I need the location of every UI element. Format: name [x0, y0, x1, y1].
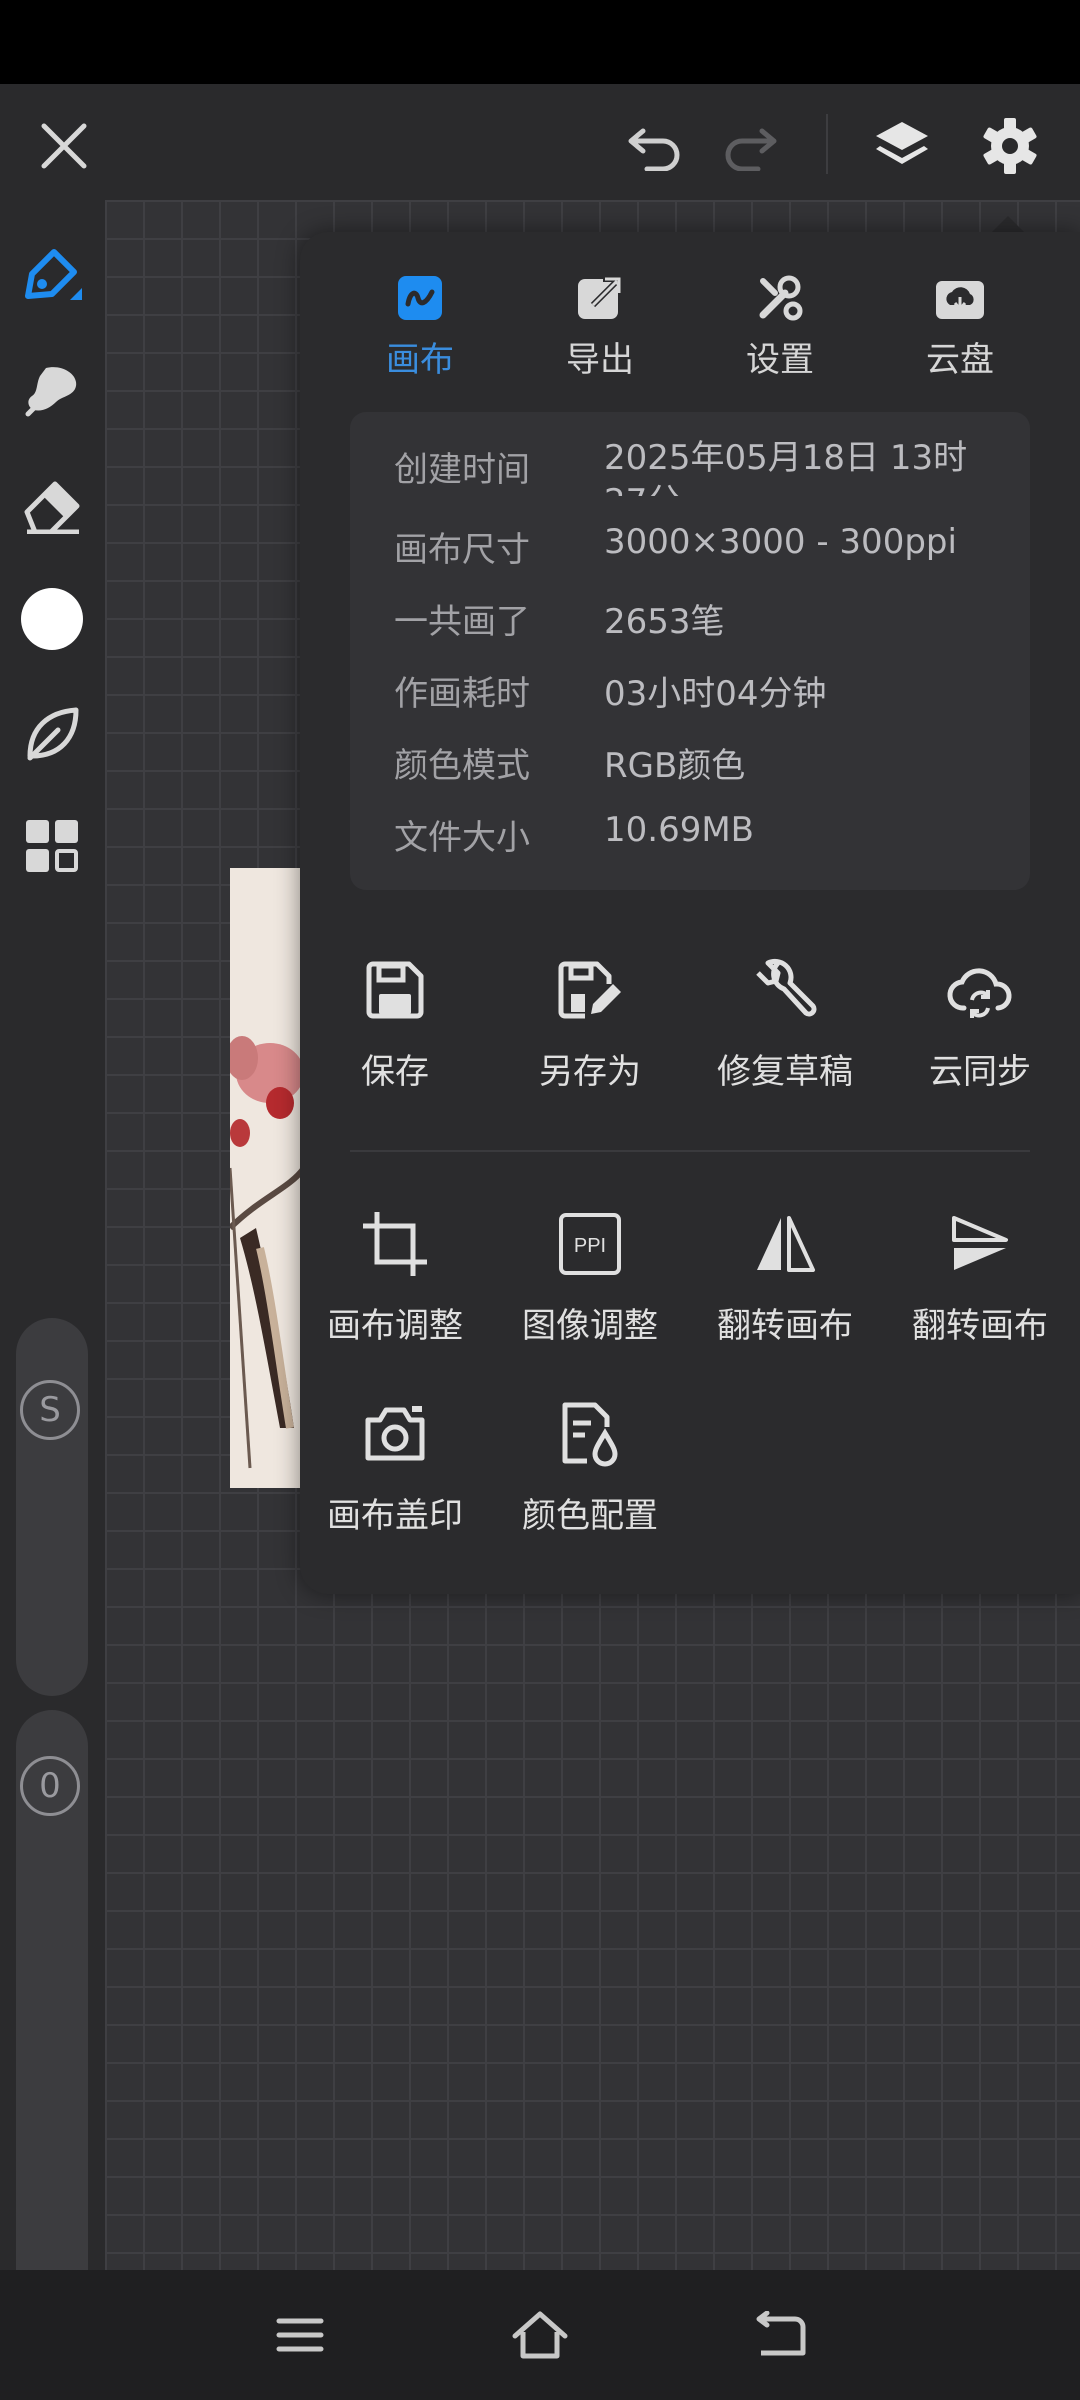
smudge-icon[interactable] — [12, 350, 92, 430]
home-icon[interactable] — [500, 2295, 580, 2375]
info-key: 颜色模式 — [394, 746, 530, 786]
canvas-info-card: 创建时间 2025年05月18日 13时27分 画布尺寸 3000×3000 -… — [350, 412, 1030, 890]
brush-size-slider[interactable]: S — [16, 1318, 88, 1696]
top-bar — [0, 84, 1080, 200]
info-value: 03小时04分钟 — [604, 674, 827, 714]
opacity-slider[interactable]: 0 — [16, 1710, 88, 2330]
action-label: 颜色配置 — [522, 1496, 658, 1536]
save-as-button[interactable]: 另存为 — [495, 950, 685, 1093]
info-key: 文件大小 — [394, 818, 530, 858]
ppi-icon: PPI — [495, 1204, 685, 1284]
repair-draft-button[interactable]: 修复草稿 — [690, 950, 880, 1093]
info-value: 2653笔 — [604, 602, 725, 642]
status-bar — [0, 0, 1080, 84]
menu-icon[interactable] — [260, 2295, 340, 2375]
canvas-stamp-button[interactable]: 画布盖印 — [300, 1394, 490, 1537]
info-row-file-size: 文件大小 10.69MB — [394, 810, 1014, 858]
redo-icon[interactable] — [710, 106, 790, 186]
color-swatch[interactable] — [21, 588, 83, 650]
grid-icon[interactable] — [12, 806, 92, 886]
info-value: RGB颜色 — [604, 746, 746, 786]
image-adjust-button[interactable]: PPI 图像调整 — [495, 1204, 685, 1347]
tab-settings[interactable]: 设置 — [690, 266, 870, 386]
flip-vertical-icon — [885, 1204, 1075, 1284]
info-row-color-mode: 颜色模式 RGB颜色 — [394, 738, 1014, 786]
action-label: 保存 — [361, 1052, 429, 1092]
info-key: 作画耗时 — [394, 674, 530, 714]
info-row-duration: 作画耗时 03小时04分钟 — [394, 666, 1014, 714]
tab-cloud-disk[interactable]: 云盘 — [870, 266, 1050, 386]
crop-icon — [300, 1204, 490, 1284]
tab-label: 画布 — [386, 340, 454, 380]
artwork-preview — [230, 868, 304, 1488]
section-divider — [350, 1150, 1030, 1152]
info-row-strokes: 一共画了 2653笔 — [394, 594, 1014, 642]
action-label: 翻转画布 — [912, 1306, 1048, 1346]
close-icon[interactable] — [24, 106, 104, 186]
action-label: 图像调整 — [522, 1306, 658, 1346]
info-value: 3000×3000 - 300ppi — [604, 522, 957, 562]
action-label: 云同步 — [929, 1052, 1031, 1092]
tab-label: 云盘 — [926, 340, 994, 380]
ppi-icon-text: PPI — [574, 1235, 606, 1257]
save-as-icon — [495, 950, 685, 1030]
pen-icon[interactable] — [12, 236, 92, 316]
tab-canvas[interactable]: 画布 — [330, 266, 510, 386]
color-profile-icon — [495, 1394, 685, 1474]
tools-icon — [690, 266, 870, 330]
gear-icon[interactable] — [970, 106, 1050, 186]
action-label: 画布盖印 — [327, 1496, 463, 1536]
topbar-divider — [826, 114, 828, 174]
action-label: 画布调整 — [327, 1306, 463, 1346]
save-icon — [300, 950, 490, 1030]
cloud-sync-button[interactable]: 云同步 — [885, 950, 1075, 1093]
canvas-icon — [330, 266, 510, 330]
undo-icon[interactable] — [615, 106, 695, 186]
opacity-slider-knob[interactable]: 0 — [20, 1756, 80, 1816]
size-slider-knob[interactable]: S — [20, 1380, 80, 1440]
action-label: 修复草稿 — [717, 1052, 853, 1092]
flip-horizontal-button[interactable]: 翻转画布 — [690, 1204, 880, 1347]
tab-label: 导出 — [566, 340, 634, 380]
flip-horizontal-icon — [690, 1204, 880, 1284]
color-profile-button[interactable]: 颜色配置 — [495, 1394, 685, 1537]
info-row-created: 创建时间 2025年05月18日 13时27分 — [394, 438, 1014, 496]
info-key: 一共画了 — [394, 602, 530, 642]
info-key: 创建时间 — [394, 450, 530, 490]
flip-vertical-button[interactable]: 翻转画布 — [885, 1204, 1075, 1347]
cloud-disk-icon — [870, 266, 1050, 330]
camera-icon — [300, 1394, 490, 1474]
cloud-sync-icon — [885, 950, 1075, 1030]
export-icon — [510, 266, 690, 330]
leaf-icon[interactable] — [12, 694, 92, 774]
system-nav-bar — [0, 2270, 1080, 2400]
back-icon[interactable] — [740, 2295, 820, 2375]
canvas-adjust-button[interactable]: 画布调整 — [300, 1204, 490, 1347]
canvas-settings-panel: 画布 导出 设置 云盘 创建时间 2025年05月18日 13时27分 画布尺寸… — [300, 232, 1080, 1594]
action-label: 翻转画布 — [717, 1306, 853, 1346]
wrench-icon — [690, 950, 880, 1030]
left-toolbar: S 0 — [0, 200, 105, 2330]
info-key: 画布尺寸 — [394, 530, 530, 570]
tab-export[interactable]: 导出 — [510, 266, 690, 386]
info-value: 2025年05月18日 13时27分 — [604, 438, 968, 496]
info-row-size: 画布尺寸 3000×3000 - 300ppi — [394, 522, 1014, 570]
eraser-icon[interactable] — [12, 466, 92, 546]
action-label: 另存为 — [539, 1052, 641, 1092]
tab-label: 设置 — [746, 340, 814, 380]
info-value: 10.69MB — [604, 810, 754, 850]
layers-icon[interactable] — [862, 106, 942, 186]
save-button[interactable]: 保存 — [300, 950, 490, 1093]
